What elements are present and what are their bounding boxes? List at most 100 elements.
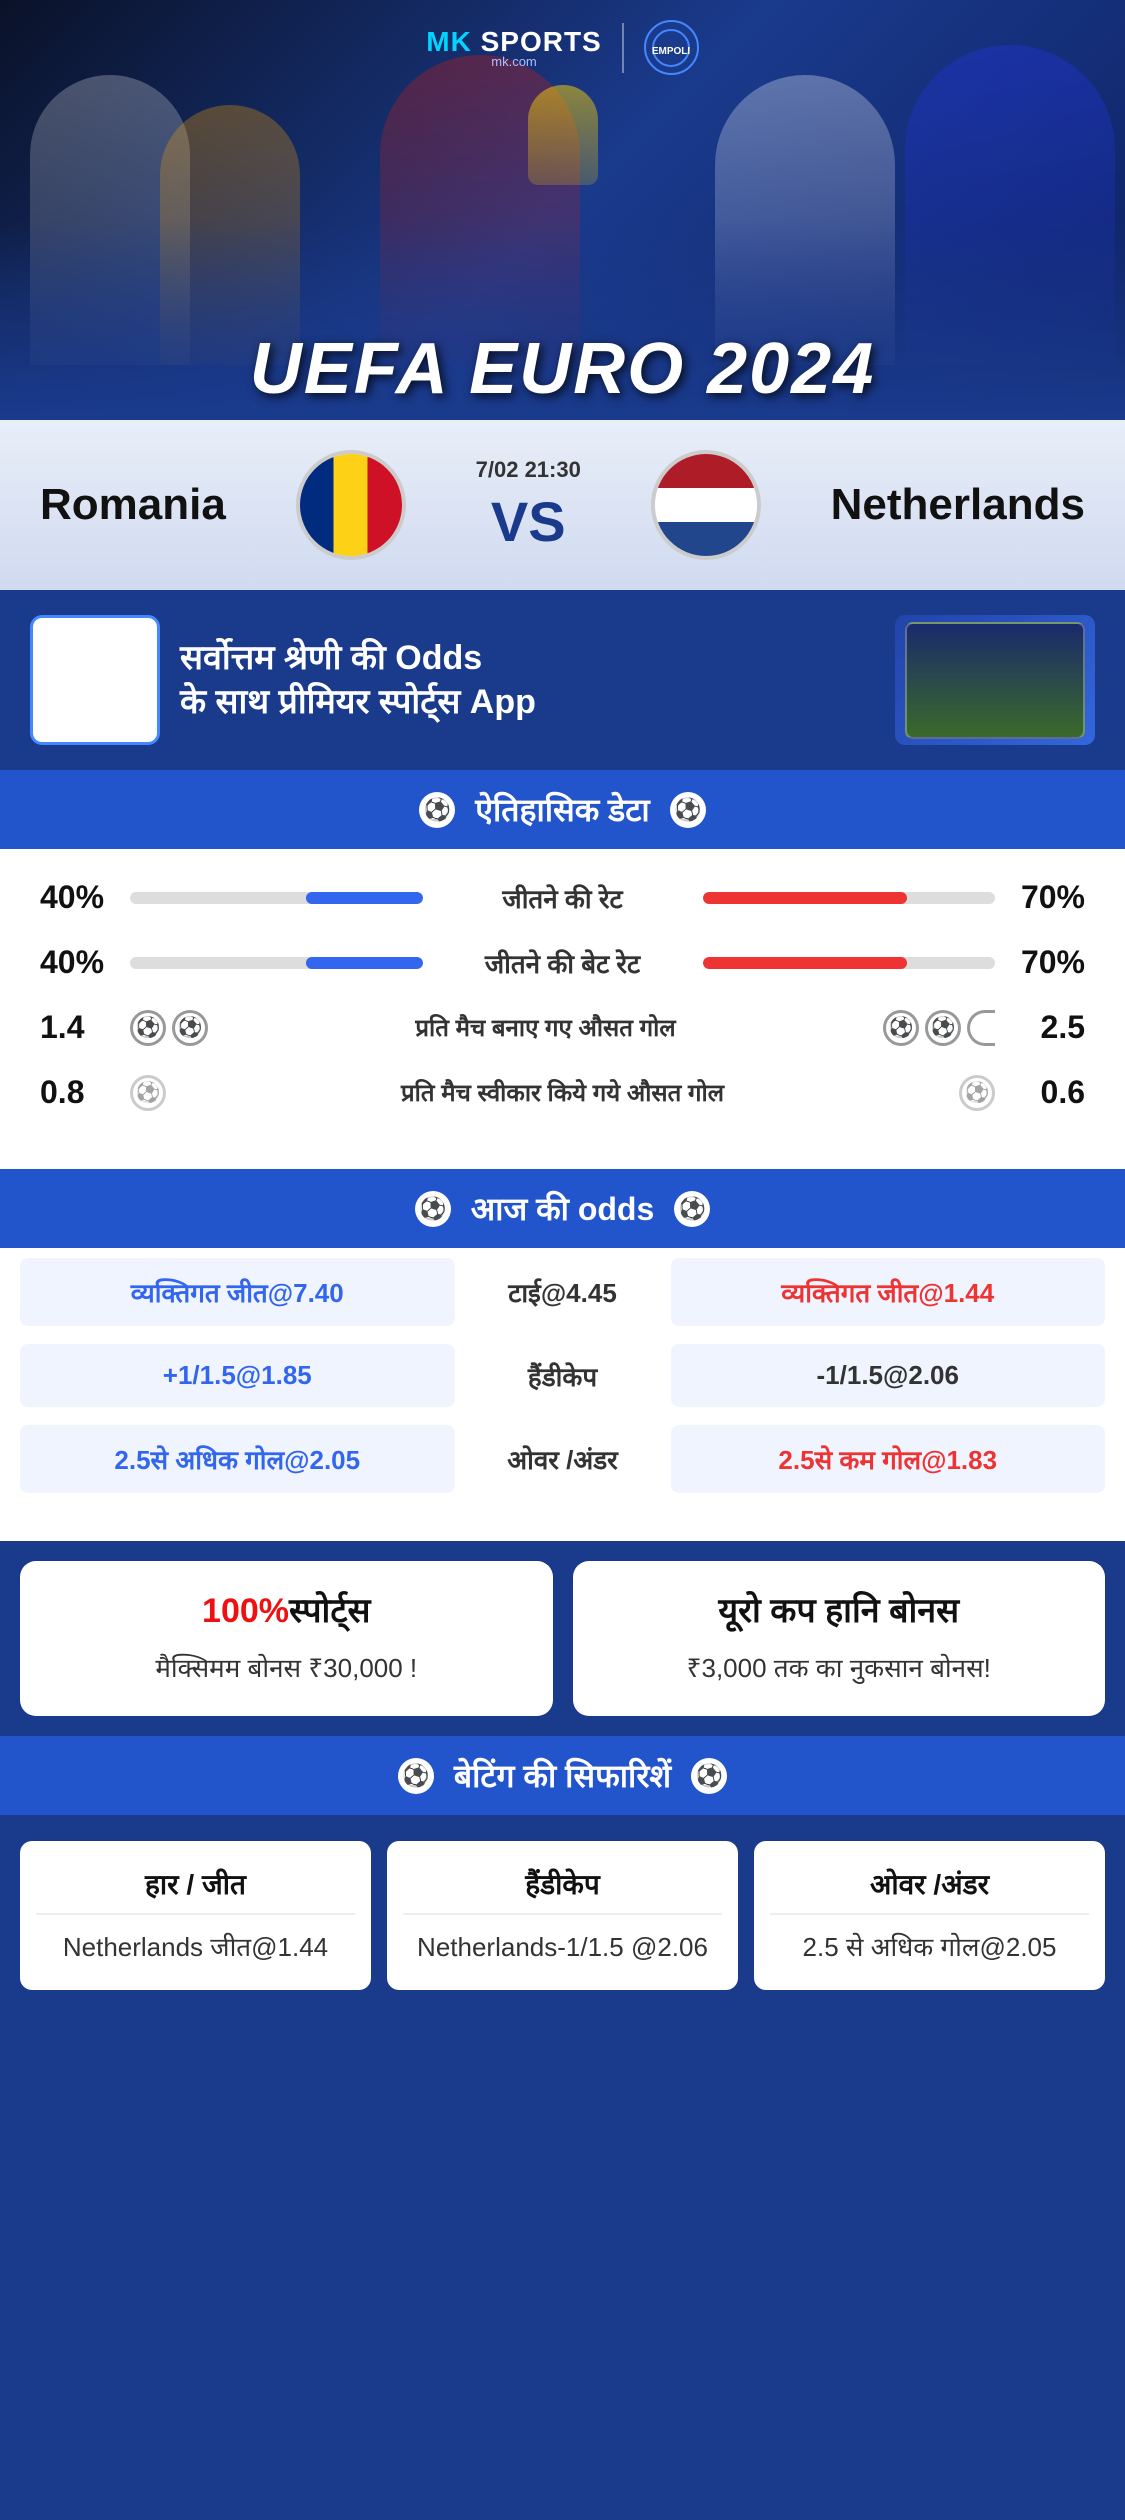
odds-right-2[interactable]: -1/1.5@2.06 <box>671 1344 1106 1407</box>
odds-header-section: ⚽ आज की odds ⚽ <box>0 1169 1125 1248</box>
bet-rate-right: 70% <box>1005 944 1085 981</box>
romania-flag-graphic <box>300 454 402 556</box>
vs-center: 7/02 21:30 VS <box>476 457 581 554</box>
netherlands-flag-graphic <box>655 454 757 556</box>
app-promo-section[interactable]: सर्वोत्तम श्रेणी की Odds के साथ प्रीमियर… <box>0 590 1125 770</box>
goals-conceded-left: 0.8 <box>40 1074 120 1111</box>
bonus-2-desc: ₹3,000 तक का नुकसान बोनस! <box>597 1650 1082 1686</box>
goal-ball-3: ⚽ <box>883 1010 919 1046</box>
bet-rate-fill-right <box>703 957 908 969</box>
odds-ball-right: ⚽ <box>674 1191 710 1227</box>
goal-ball-2: ⚽ <box>172 1010 208 1046</box>
svg-text:EMPOLI: EMPOLI <box>652 46 691 57</box>
odds-center-3: ओवर /अंडर <box>463 1441 663 1477</box>
event-title: UEFA EURO 2024 <box>0 328 1125 410</box>
flag-netherlands <box>651 450 761 560</box>
odds-row-2: +1/1.5@1.85 हैंडीकेप -1/1.5@2.06 <box>20 1344 1105 1407</box>
match-date: 7/02 21:30 <box>476 457 581 483</box>
flag-romania <box>296 450 406 560</box>
goal-ball-half <box>967 1010 995 1046</box>
win-rate-fill-left <box>306 892 423 904</box>
bonus-1-sport: स्पोर्ट्स <box>289 1592 370 1630</box>
rec-card-1[interactable]: हार / जीत Netherlands जीत@1.44 <box>20 1841 371 1989</box>
goal-icons-conceded-left: ⚽ <box>130 1075 166 1111</box>
rec-card-2-title: हैंडीकेप <box>403 1865 722 1915</box>
rec-ball-left: ⚽ <box>398 1758 434 1794</box>
goals-conceded-row: 0.8 ⚽ प्रति मैच स्वीकार किये गये औसत गोल… <box>40 1074 1085 1111</box>
goals-scored-row: 1.4 ⚽ ⚽ प्रति मैच बनाए गए औसत गोल ⚽ ⚽ 2.… <box>40 1009 1085 1046</box>
odds-left-3[interactable]: 2.5से अधिक गोल@2.05 <box>20 1425 455 1493</box>
bonus-card-1[interactable]: 100%स्पोर्ट्स मैक्सिमम बोनस ₹30,000 ! <box>20 1561 553 1716</box>
goals-scored-label: प्रति मैच बनाए गए औसत गोल <box>218 1011 873 1044</box>
bonus-1-desc: मैक्सिमम बोनस ₹30,000 ! <box>44 1650 529 1686</box>
odds-center-1: टाई@4.45 <box>463 1274 663 1310</box>
rec-ball-right: ⚽ <box>691 1758 727 1794</box>
odds-left-1[interactable]: व्यक्तिगत जीत@7.40 <box>20 1258 455 1326</box>
hero-section: MK SPORTS mk.com EMPOLI UEFA EURO 2024 <box>0 0 1125 420</box>
app-mockup-graphic <box>905 622 1085 739</box>
odds-left-2[interactable]: +1/1.5@1.85 <box>20 1344 455 1407</box>
odds-right-1[interactable]: व्यक्तिगत जीत@1.44 <box>671 1258 1106 1326</box>
promo-line2: के साथ प्रीमियर स्पोर्ट्स App <box>180 683 536 721</box>
bet-rate-fill-left <box>306 957 423 969</box>
team-right-name: Netherlands <box>831 480 1085 530</box>
odds-row-1: व्यक्तिगत जीत@7.40 टाई@4.45 व्यक्तिगत जी… <box>20 1258 1105 1326</box>
bonus-card-2[interactable]: यूरो कप हानि बोनस ₹3,000 तक का नुकसान बो… <box>573 1561 1106 1716</box>
rec-card-1-value: Netherlands जीत@1.44 <box>36 1929 355 1965</box>
historical-title: ऐतिहासिक डेटा <box>475 788 649 831</box>
odds-row-3: 2.5से अधिक गोल@2.05 ओवर /अंडर 2.5से कम ग… <box>20 1425 1105 1493</box>
rec-card-2[interactable]: हैंडीकेप Netherlands-1/1.5 @2.06 <box>387 1841 738 1989</box>
bonus-2-title: यूरो कप हानि बोनस <box>597 1591 1082 1632</box>
logo-bar: MK SPORTS mk.com EMPOLI <box>426 20 698 75</box>
flag-nl-red <box>655 454 757 488</box>
rec-title: बेटिंग की सिफारिशें <box>454 1754 671 1797</box>
bonus-1-pct: 100% <box>202 1592 289 1630</box>
rec-card-1-title: हार / जीत <box>36 1865 355 1915</box>
odds-ball-left: ⚽ <box>415 1191 451 1227</box>
club-badge: EMPOLI <box>644 20 699 75</box>
bet-rate-bar-right <box>703 957 996 969</box>
flag-nl-white <box>655 488 757 522</box>
odds-right-3[interactable]: 2.5से कम गोल@1.83 <box>671 1425 1106 1493</box>
win-rate-label: जीतने की रेट <box>433 880 693 916</box>
goal-ball-c2: ⚽ <box>959 1075 995 1111</box>
goals-conceded-label: प्रति मैच स्वीकार किये गये औसत गोल <box>176 1076 949 1109</box>
rec-card-3-title: ओवर /अंडर <box>770 1865 1089 1915</box>
goals-conceded-right: 0.6 <box>1005 1074 1085 1111</box>
win-rate-fill-right <box>703 892 908 904</box>
historical-header: ⚽ ऐतिहासिक डेटा ⚽ <box>0 770 1125 849</box>
goals-scored-left: 1.4 <box>40 1009 120 1046</box>
goal-icons-left: ⚽ ⚽ <box>130 1010 208 1046</box>
rec-card-3-value: 2.5 से अधिक गोल@2.05 <box>770 1929 1089 1965</box>
goal-icons-right: ⚽ ⚽ <box>883 1010 995 1046</box>
win-rate-bar-left <box>130 892 423 904</box>
goals-scored-right: 2.5 <box>1005 1009 1085 1046</box>
win-rate-right: 70% <box>1005 879 1085 916</box>
goal-ball-4: ⚽ <box>925 1010 961 1046</box>
team-left-name: Romania <box>40 480 226 530</box>
soccer-ball-icon-right: ⚽ <box>670 792 706 828</box>
goal-ball-c1: ⚽ <box>130 1075 166 1111</box>
mk-logo: MK SPORTS mk.com <box>426 26 601 69</box>
bonus-1-title: 100%स्पोर्ट्स <box>44 1591 529 1632</box>
vs-text: VS <box>491 489 566 554</box>
soccer-ball-icon-left: ⚽ <box>419 792 455 828</box>
odds-section: व्यक्तिगत जीत@7.40 टाई@4.45 व्यक्तिगत जी… <box>0 1248 1125 1541</box>
app-screenshot <box>895 615 1095 745</box>
promo-line1: सर्वोत्तम श्रेणी की Odds <box>180 639 482 677</box>
rec-card-2-value: Netherlands-1/1.5 @2.06 <box>403 1929 722 1965</box>
bonus-section: 100%स्पोर्ट्स मैक्सिमम बोनस ₹30,000 ! यू… <box>0 1541 1125 1736</box>
stat-row-bet-rate: 40% जीतने की बेट रेट 70% <box>40 944 1085 981</box>
bet-rate-bar-left <box>130 957 423 969</box>
trophy-shape <box>528 85 598 185</box>
recommendations-section: हार / जीत Netherlands जीत@1.44 हैंडीकेप … <box>0 1815 1125 2019</box>
odds-title: आज की odds <box>471 1187 655 1230</box>
logo-divider <box>622 23 624 73</box>
rec-card-3[interactable]: ओवर /अंडर 2.5 से अधिक गोल@2.05 <box>754 1841 1105 1989</box>
win-rate-left: 40% <box>40 879 120 916</box>
bet-rate-label: जीतने की बेट रेट <box>433 945 693 981</box>
flag-nl-blue <box>655 522 757 556</box>
rec-grid: हार / जीत Netherlands जीत@1.44 हैंडीकेप … <box>20 1841 1105 1989</box>
stat-row-win-rate: 40% जीतने की रेट 70% <box>40 879 1085 916</box>
app-qr-box <box>30 615 160 745</box>
